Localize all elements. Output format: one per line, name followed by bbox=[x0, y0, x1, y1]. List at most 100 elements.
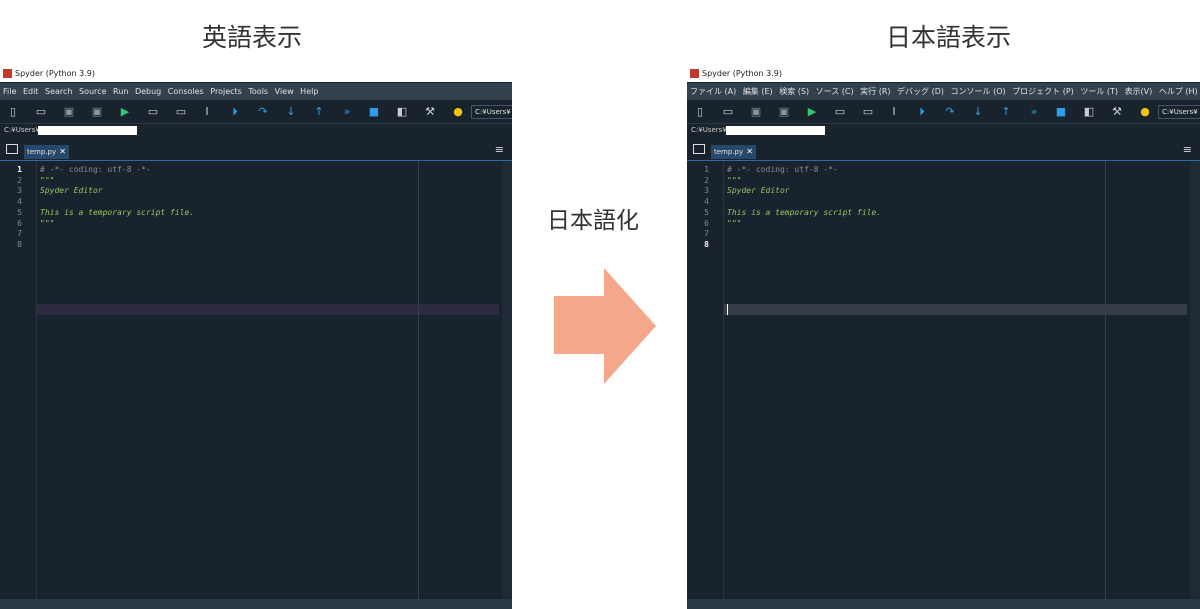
run-selection-icon[interactable]: I bbox=[200, 105, 214, 119]
tab-temp-py[interactable]: temp.py ✕ bbox=[711, 145, 756, 159]
code-line: This is a temporary script file. bbox=[40, 207, 195, 217]
menu-view[interactable]: 表示(V) bbox=[1125, 87, 1153, 96]
right-toolbar: ▯ ▭ ▣ ▣ ▶ ▭ ▭ I ⏵ ↷ ↓ ↑ » ■ ◧ ⚒ ● C:¥Use… bbox=[687, 101, 1200, 124]
options-menu-icon[interactable]: ≡ bbox=[495, 143, 504, 156]
left-menu-bar: File Edit Search Source Run Debug Consol… bbox=[0, 83, 512, 100]
menu-help[interactable]: Help bbox=[300, 87, 318, 96]
close-tab-icon[interactable]: ✕ bbox=[59, 145, 66, 159]
menu-run[interactable]: Run bbox=[113, 87, 128, 96]
run-cell-icon[interactable]: ▭ bbox=[833, 105, 847, 119]
code-line: """ bbox=[40, 218, 55, 228]
code-line: # -*- coding: utf-8 -*- bbox=[40, 165, 151, 174]
step-icon[interactable]: ↷ bbox=[943, 105, 957, 119]
redacted-username bbox=[726, 126, 825, 135]
run-selection-icon[interactable]: I bbox=[887, 105, 901, 119]
save-icon[interactable]: ▣ bbox=[62, 105, 76, 119]
left-title-bar: Spyder (Python 3.9) bbox=[0, 66, 512, 82]
run-cell-icon[interactable]: ▭ bbox=[146, 105, 160, 119]
browse-tabs-icon[interactable] bbox=[6, 144, 18, 154]
python-path-icon[interactable]: ● bbox=[451, 105, 465, 119]
menu-consoles[interactable]: Consoles bbox=[168, 87, 204, 96]
continue-icon[interactable]: » bbox=[1027, 105, 1041, 119]
maximize-pane-icon[interactable]: ◧ bbox=[1082, 105, 1096, 119]
run-cell-advance-icon[interactable]: ▭ bbox=[174, 105, 188, 119]
menu-search[interactable]: Search bbox=[45, 87, 72, 96]
code-line: Spyder Editor bbox=[727, 186, 790, 196]
menu-edit[interactable]: Edit bbox=[23, 87, 39, 96]
python-path-icon[interactable]: ● bbox=[1138, 105, 1152, 119]
menu-consoles[interactable]: コンソール (O) bbox=[951, 87, 1006, 96]
tab-temp-py[interactable]: temp.py ✕ bbox=[24, 145, 69, 159]
menu-file[interactable]: ファイル (A) bbox=[690, 87, 736, 96]
step-into-icon[interactable]: ↓ bbox=[284, 105, 298, 119]
stop-icon[interactable]: ■ bbox=[1054, 105, 1068, 119]
options-menu-icon[interactable]: ≡ bbox=[1183, 143, 1192, 156]
left-heading: 英語表示 bbox=[202, 23, 303, 52]
code-line: """ bbox=[727, 218, 742, 228]
run-icon[interactable]: ▶ bbox=[805, 105, 819, 119]
save-all-icon[interactable]: ▣ bbox=[90, 105, 104, 119]
redacted-username bbox=[38, 126, 137, 135]
save-all-icon[interactable]: ▣ bbox=[777, 105, 791, 119]
menu-view[interactable]: View bbox=[275, 87, 294, 96]
menu-help[interactable]: ヘルプ (H) bbox=[1159, 87, 1198, 96]
menu-source[interactable]: Source bbox=[79, 87, 106, 96]
step-icon[interactable]: ↷ bbox=[256, 105, 270, 119]
preferences-wrench-icon[interactable]: ⚒ bbox=[423, 105, 437, 119]
browse-tabs-icon[interactable] bbox=[693, 144, 705, 154]
menu-tools[interactable]: Tools bbox=[248, 87, 268, 96]
menu-debug[interactable]: Debug bbox=[135, 87, 161, 96]
open-folder-icon[interactable]: ▭ bbox=[721, 105, 735, 119]
new-file-icon[interactable]: ▯ bbox=[693, 105, 707, 119]
menu-file[interactable]: File bbox=[3, 87, 16, 96]
left-code-editor[interactable]: 1 2 3 4 5 6 7 8 # -*- coding: utf-8 -*- … bbox=[0, 161, 512, 599]
menu-tools[interactable]: ツール (T) bbox=[1080, 87, 1118, 96]
right-code-editor[interactable]: 1 2 3 4 5 6 7 8 # -*- coding: utf-8 -*- … bbox=[687, 161, 1200, 599]
run-cell-advance-icon[interactable]: ▭ bbox=[861, 105, 875, 119]
left-spyder-window: Spyder (Python 3.9) File Edit Search Sou… bbox=[0, 66, 512, 609]
continue-icon[interactable]: » bbox=[340, 105, 354, 119]
code-line: Spyder Editor bbox=[40, 186, 103, 196]
right-arrow-icon bbox=[554, 268, 656, 384]
open-folder-icon[interactable]: ▭ bbox=[34, 105, 48, 119]
step-return-icon[interactable]: ↑ bbox=[999, 105, 1013, 119]
path-prefix: C:¥Users¥ bbox=[691, 126, 727, 134]
menu-run[interactable]: 実行 (R) bbox=[860, 87, 890, 96]
left-status-bar bbox=[0, 599, 512, 609]
left-tab-row: temp.py ✕ ≡ bbox=[0, 140, 512, 161]
edge-line bbox=[1105, 161, 1106, 599]
debug-icon[interactable]: ⏵ bbox=[915, 105, 929, 119]
menu-edit[interactable]: 編集 (E) bbox=[743, 87, 773, 96]
run-icon[interactable]: ▶ bbox=[118, 105, 132, 119]
text-cursor bbox=[727, 304, 728, 315]
close-tab-icon[interactable]: ✕ bbox=[746, 145, 753, 159]
debug-icon[interactable]: ⏵ bbox=[228, 105, 242, 119]
working-directory-box[interactable]: C:¥Users¥ bbox=[1158, 105, 1200, 119]
right-title-bar: Spyder (Python 3.9) bbox=[687, 66, 1200, 82]
left-window-title: Spyder (Python 3.9) bbox=[15, 69, 95, 78]
menu-search[interactable]: 検索 (S) bbox=[779, 87, 809, 96]
menu-debug[interactable]: デバッグ (D) bbox=[897, 87, 944, 96]
step-into-icon[interactable]: ↓ bbox=[971, 105, 985, 119]
stop-icon[interactable]: ■ bbox=[367, 105, 381, 119]
line-number: 2 bbox=[704, 175, 709, 185]
save-icon[interactable]: ▣ bbox=[749, 105, 763, 119]
code-line: """ bbox=[40, 175, 55, 185]
right-tab-row: temp.py ✕ ≡ bbox=[687, 140, 1200, 161]
menu-projects[interactable]: プロジェクト (P) bbox=[1012, 87, 1074, 96]
right-window-title: Spyder (Python 3.9) bbox=[702, 69, 782, 78]
vertical-scrollbar[interactable] bbox=[1190, 161, 1200, 599]
tab-label: temp.py bbox=[714, 148, 744, 156]
maximize-pane-icon[interactable]: ◧ bbox=[395, 105, 409, 119]
menu-source[interactable]: ソース (C) bbox=[816, 87, 854, 96]
menu-projects[interactable]: Projects bbox=[210, 87, 242, 96]
spyder-logo-icon bbox=[3, 69, 12, 78]
line-number: 8 bbox=[704, 239, 709, 249]
working-directory-box[interactable]: C:¥Users¥ bbox=[471, 105, 512, 119]
new-file-icon[interactable]: ▯ bbox=[6, 105, 20, 119]
preferences-wrench-icon[interactable]: ⚒ bbox=[1110, 105, 1124, 119]
vertical-scrollbar[interactable] bbox=[502, 161, 512, 599]
tab-label: temp.py bbox=[27, 148, 57, 156]
left-toolbar: ▯ ▭ ▣ ▣ ▶ ▭ ▭ I ⏵ ↷ ↓ ↑ » ■ ◧ ⚒ ● C:¥Use… bbox=[0, 101, 512, 124]
step-return-icon[interactable]: ↑ bbox=[312, 105, 326, 119]
